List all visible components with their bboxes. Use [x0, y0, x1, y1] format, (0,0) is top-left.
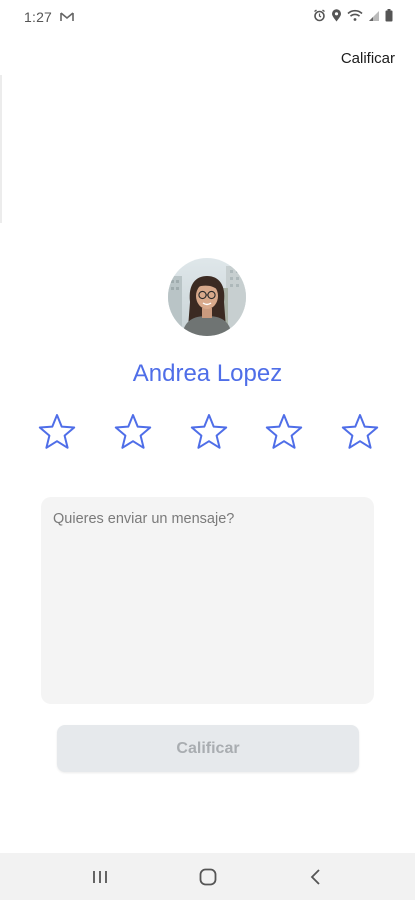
user-name: Andrea Lopez — [132, 360, 283, 387]
star-1-icon[interactable] — [37, 412, 77, 452]
signal-icon — [368, 10, 380, 22]
battery-icon — [385, 9, 393, 22]
alarm-icon — [313, 9, 326, 22]
message-container — [41, 497, 374, 704]
left-edge-divider — [0, 75, 2, 223]
star-4-icon[interactable] — [264, 412, 304, 452]
avatar — [168, 258, 246, 336]
wifi-icon — [347, 9, 363, 22]
star-3-icon[interactable] — [189, 412, 229, 452]
mail-icon — [60, 10, 74, 22]
location-icon — [331, 9, 342, 22]
header-rate-action[interactable]: Calificar — [341, 50, 395, 67]
rating-screen: 1:27 Calificar Andrea Lopez Quieres envi… — [0, 0, 415, 900]
status-time: 1:27 — [24, 9, 53, 25]
home-icon[interactable] — [196, 865, 220, 889]
recents-icon[interactable] — [88, 865, 112, 889]
star-2-icon[interactable] — [113, 412, 153, 452]
back-icon[interactable] — [304, 865, 328, 889]
star-rating — [37, 412, 380, 452]
status-bar: 1:27 — [0, 0, 415, 34]
submit-rating-button[interactable]: Calificar — [57, 725, 359, 772]
status-icons — [313, 9, 393, 22]
message-input[interactable] — [53, 511, 362, 690]
system-nav-bar — [0, 853, 415, 900]
star-5-icon[interactable] — [340, 412, 380, 452]
